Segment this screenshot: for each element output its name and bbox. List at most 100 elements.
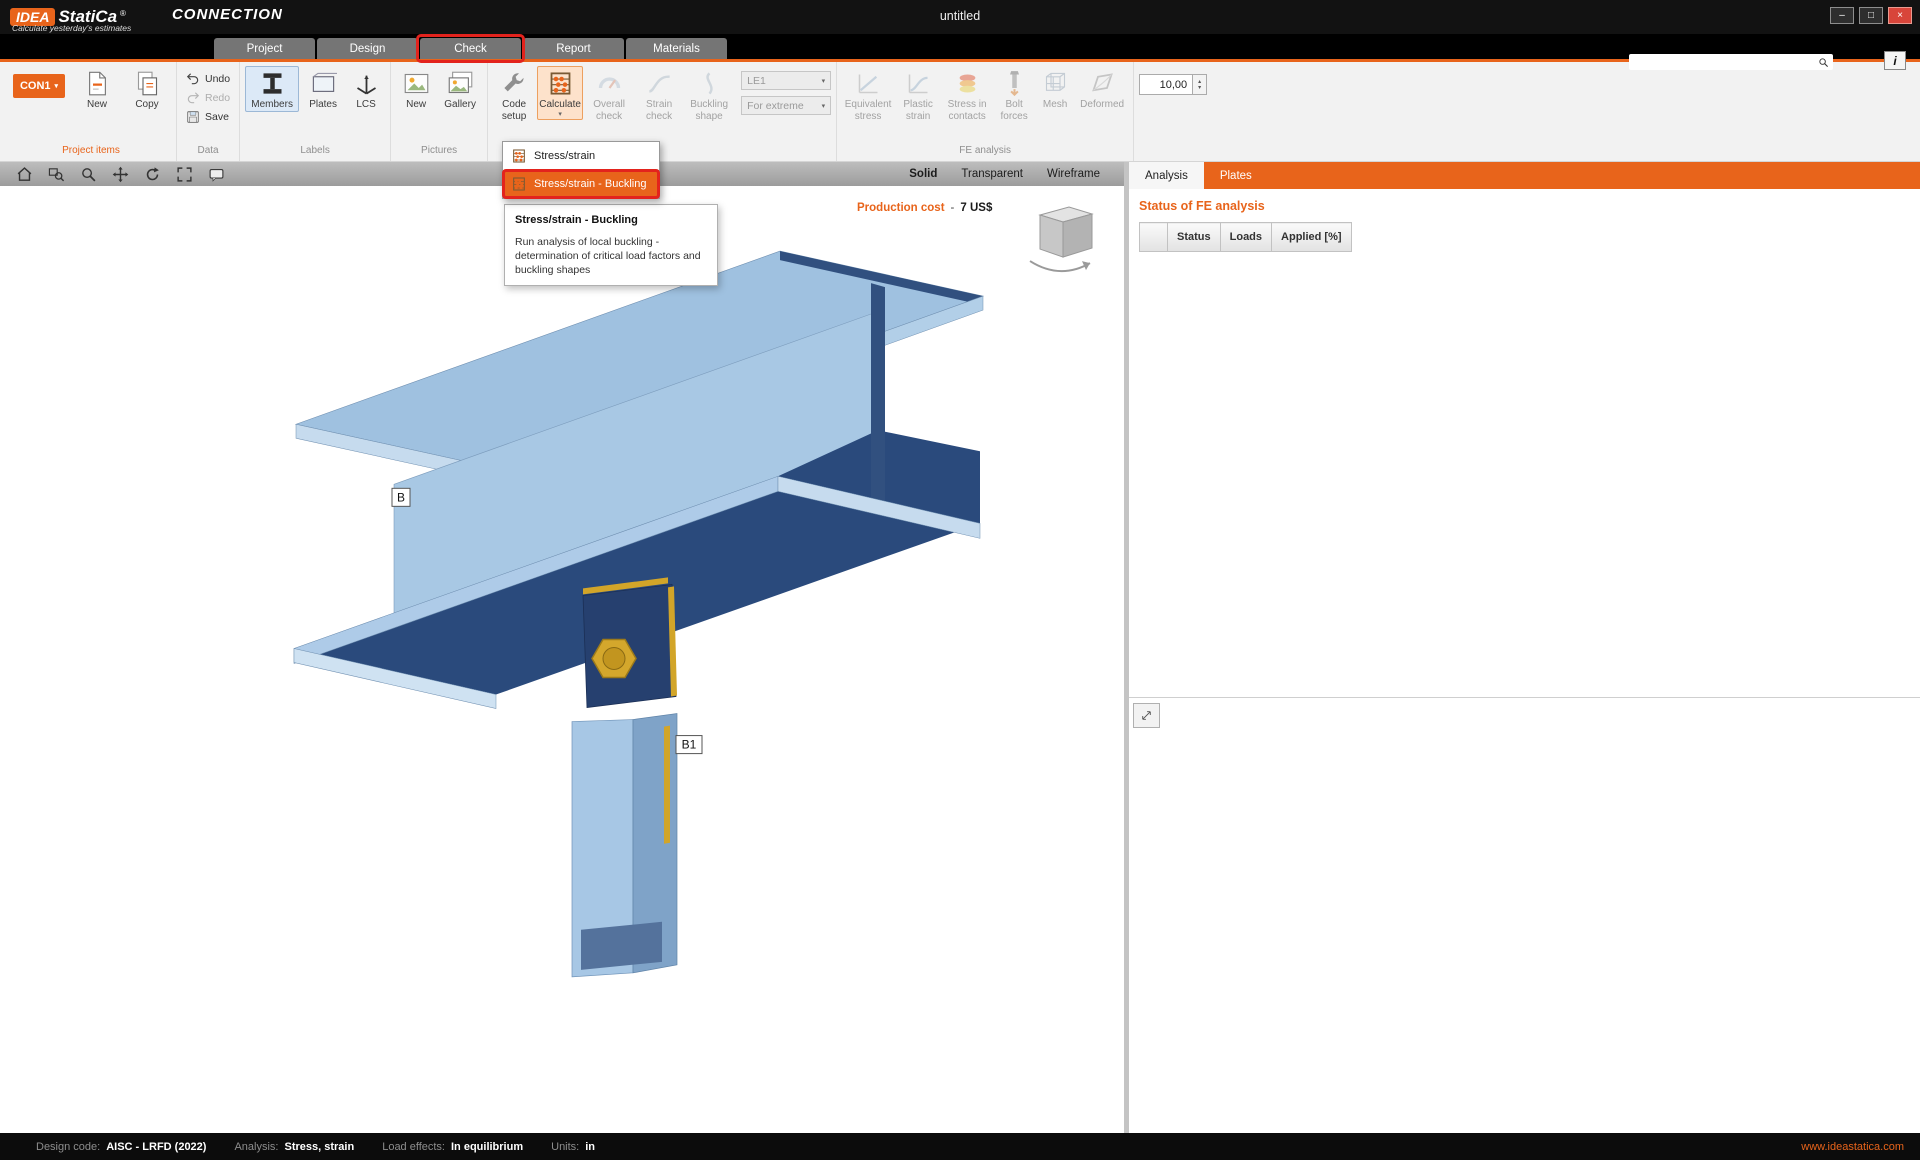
tab-analysis[interactable]: Analysis bbox=[1129, 162, 1204, 189]
member-label-beam[interactable]: B bbox=[391, 487, 411, 507]
member-label-text-b: B bbox=[397, 490, 405, 504]
home-view-button[interactable] bbox=[8, 163, 40, 185]
lcs-labels-toggle[interactable]: LCS bbox=[347, 66, 385, 112]
equivalent-stress-icon bbox=[855, 70, 882, 97]
loads-column-header: Loads bbox=[1219, 222, 1273, 252]
plastic-strain-icon bbox=[905, 70, 932, 97]
navigation-cube[interactable] bbox=[1029, 206, 1094, 273]
calculate-button[interactable]: Calculate ▾ bbox=[537, 66, 584, 120]
members-labels-toggle[interactable]: Members bbox=[245, 66, 300, 112]
display-mode-switch: Solid Transparent Wireframe bbox=[909, 168, 1116, 180]
zoom-window-button[interactable] bbox=[40, 163, 72, 185]
tab-report[interactable]: Report bbox=[523, 38, 624, 59]
extreme-select[interactable]: For extreme ▾ bbox=[741, 96, 832, 115]
weld-column-edge bbox=[664, 725, 670, 844]
scale-value-input[interactable]: 10,00 bbox=[1139, 74, 1194, 95]
connection-selector[interactable]: CON1 ▾ bbox=[13, 74, 65, 98]
ribbon-group-project-items: CON1 ▾ New Copy Project items bbox=[6, 62, 177, 161]
bolt-forces-button[interactable]: Bolt forces bbox=[994, 66, 1034, 123]
tab-analysis-label: Analysis bbox=[1145, 169, 1188, 182]
buckling-shape-button[interactable]: Buckling shape bbox=[685, 66, 733, 123]
plastic-strain-button[interactable]: Plastic strain bbox=[896, 66, 940, 123]
load-case-select[interactable]: LE1 ▾ bbox=[741, 71, 832, 90]
undo-label: Undo bbox=[205, 72, 231, 85]
gallery-button[interactable]: Gallery bbox=[438, 66, 482, 112]
3d-viewport-canvas[interactable]: Production cost - 7 US$ B B1 bbox=[0, 186, 1124, 1133]
zoom-button[interactable] bbox=[72, 163, 104, 185]
plates-labels-toggle[interactable]: Plates bbox=[301, 66, 345, 112]
save-button[interactable]: Save bbox=[182, 108, 233, 125]
viewport: Solid Transparent Wireframe Production c… bbox=[0, 162, 1124, 1133]
tab-check[interactable]: Check bbox=[416, 34, 525, 63]
load-effects-status: Load effects: In equilibrium bbox=[382, 1141, 523, 1153]
save-label: Save bbox=[205, 110, 229, 123]
design-code-value: AISC - LRFD (2022) bbox=[106, 1140, 207, 1153]
menu-item-stress-strain-buckling-label: Stress/strain - Buckling bbox=[534, 178, 647, 190]
mode-transparent[interactable]: Transparent bbox=[961, 168, 1023, 180]
abacus-calculate-icon bbox=[511, 176, 527, 192]
nav-cube-right bbox=[1062, 213, 1093, 258]
home-icon bbox=[16, 166, 33, 183]
tab-project[interactable]: Project bbox=[214, 38, 315, 59]
mesh-button[interactable]: Mesh bbox=[1036, 66, 1074, 112]
new-item-button[interactable]: New bbox=[73, 66, 121, 112]
fe-analysis-status-section: Status of FE analysis Status Loads Appli… bbox=[1129, 189, 1920, 698]
tab-design-label: Design bbox=[349, 42, 386, 55]
menu-item-stress-strain[interactable]: Stress/strain bbox=[503, 142, 659, 170]
close-button[interactable]: × bbox=[1888, 7, 1912, 24]
new-picture-label: New bbox=[406, 99, 427, 110]
zoom-fit-button[interactable] bbox=[168, 163, 200, 185]
overall-check-label: Overall check bbox=[593, 99, 625, 122]
expand-panel-button[interactable] bbox=[1133, 703, 1160, 728]
tab-design[interactable]: Design bbox=[317, 38, 418, 59]
extreme-value: For extreme bbox=[747, 99, 804, 112]
tab-report-label: Report bbox=[556, 42, 591, 55]
pan-arrows-icon bbox=[112, 166, 129, 183]
abacus-calculate-icon bbox=[511, 148, 527, 164]
redo-button[interactable]: Redo bbox=[182, 89, 234, 106]
contact-stress-icon bbox=[954, 70, 981, 97]
mode-wireframe[interactable]: Wireframe bbox=[1047, 168, 1100, 180]
bolt-forces-label: Bolt forces bbox=[1000, 99, 1028, 122]
deformed-label: Deformed bbox=[1080, 99, 1125, 110]
group-label-project-items: Project items bbox=[62, 145, 120, 156]
undo-button[interactable]: Undo bbox=[182, 70, 234, 87]
copy-icon bbox=[134, 70, 161, 97]
info-button[interactable]: i bbox=[1884, 51, 1906, 70]
equivalent-stress-button[interactable]: Equivalent stress bbox=[842, 66, 894, 123]
tab-plates[interactable]: Plates bbox=[1204, 162, 1268, 189]
column-member[interactable] bbox=[571, 577, 678, 978]
window-controls: – □ × bbox=[1830, 7, 1912, 24]
website-link[interactable]: www.ideastatica.com bbox=[1801, 1141, 1904, 1153]
label-tool-button[interactable] bbox=[200, 163, 232, 185]
minimize-button[interactable]: – bbox=[1830, 7, 1854, 24]
beam-web-end-cut bbox=[871, 283, 885, 513]
copy-item-button[interactable]: Copy bbox=[123, 66, 171, 112]
zoom-window-icon bbox=[48, 166, 65, 183]
connection-selector-label: CON1 bbox=[19, 80, 51, 92]
lcs-label: LCS bbox=[356, 99, 376, 110]
magnifier-icon bbox=[80, 166, 97, 183]
mode-solid[interactable]: Solid bbox=[909, 168, 937, 180]
deformed-button[interactable]: Deformed bbox=[1076, 66, 1128, 112]
fit-to-view-icon bbox=[176, 166, 193, 183]
overall-check-button[interactable]: Overall check bbox=[585, 66, 633, 123]
rotate-button[interactable] bbox=[136, 163, 168, 185]
group-label-scale bbox=[1139, 145, 1207, 161]
strain-check-button[interactable]: Strain check bbox=[635, 66, 683, 123]
new-picture-button[interactable]: New bbox=[396, 66, 436, 112]
tab-materials[interactable]: Materials bbox=[626, 38, 727, 59]
brand-tagline: Calculate yesterday's estimates bbox=[12, 23, 132, 33]
maximize-button[interactable]: □ bbox=[1859, 7, 1883, 24]
search-input[interactable] bbox=[1629, 55, 1818, 69]
stress-in-contacts-button[interactable]: Stress in contacts bbox=[942, 66, 992, 123]
code-setup-button[interactable]: Code setup bbox=[493, 66, 535, 123]
save-icon bbox=[186, 110, 200, 124]
menu-item-stress-strain-buckling[interactable]: Stress/strain - Buckling bbox=[502, 169, 660, 199]
tab-check-label: Check bbox=[454, 42, 487, 55]
plates-label: Plates bbox=[309, 99, 337, 110]
nav-cube-left bbox=[1039, 214, 1064, 258]
pan-button[interactable] bbox=[104, 163, 136, 185]
member-label-column[interactable]: B1 bbox=[675, 735, 703, 755]
spin-down-icon[interactable]: ▾ bbox=[1198, 85, 1201, 91]
